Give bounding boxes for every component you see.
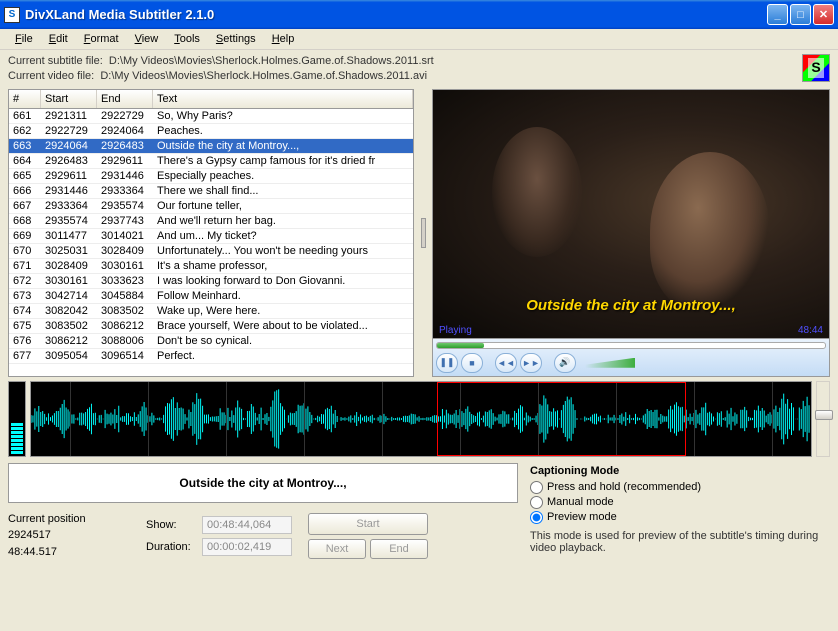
- menu-bar: FileEditFormatViewToolsSettingsHelp: [0, 29, 838, 50]
- table-row[interactable]: 66329240642926483Outside the city at Mon…: [9, 139, 413, 154]
- show-field[interactable]: [202, 516, 292, 534]
- window-controls: _ □ ✕: [767, 4, 834, 25]
- zoom-slider[interactable]: [816, 381, 830, 457]
- close-button[interactable]: ✕: [813, 4, 834, 25]
- menu-tools[interactable]: Tools: [167, 31, 207, 47]
- waveform[interactable]: [30, 381, 812, 457]
- show-label: Show:: [146, 519, 196, 531]
- subtitle-file-path: D:\My Videos\Movies\Sherlock.Holmes.Game…: [109, 55, 434, 67]
- subtitle-file-label: Current subtitle file:: [8, 55, 103, 67]
- volume-slider[interactable]: [585, 358, 635, 368]
- stop-button[interactable]: ■: [461, 353, 483, 373]
- start-button[interactable]: Start: [308, 513, 428, 535]
- col-text[interactable]: Text: [153, 90, 413, 108]
- mode-manual[interactable]: Manual mode: [530, 496, 830, 509]
- player-controls: ❚❚ ■ ◄◄ ►► 🔊: [432, 339, 830, 377]
- menu-file[interactable]: File: [8, 31, 40, 47]
- playback-time: 48:44: [798, 325, 823, 336]
- table-row[interactable]: 66729333642935574Our fortune teller,: [9, 199, 413, 214]
- col-start[interactable]: Start: [41, 90, 97, 108]
- waveform-playhead-icon: [530, 381, 540, 382]
- table-row[interactable]: 66829355742937743And we'll return her ba…: [9, 214, 413, 229]
- subtitle-edit-field[interactable]: Outside the city at Montroy...,: [8, 463, 518, 503]
- table-row[interactable]: 67730950543096514Perfect.: [9, 349, 413, 364]
- table-row[interactable]: 67630862123088006Don't be so cynical.: [9, 334, 413, 349]
- table-row[interactable]: 67130284093030161It's a shame professor,: [9, 259, 413, 274]
- end-button[interactable]: End: [370, 539, 428, 559]
- mode-press-hold[interactable]: Press and hold (recommended): [530, 481, 830, 494]
- table-row[interactable]: 67530835023086212Brace yourself, Were ab…: [9, 319, 413, 334]
- progress-bar[interactable]: [436, 342, 826, 349]
- table-row[interactable]: 66629314462933364There we shall find...: [9, 184, 413, 199]
- table-row[interactable]: 66930114773014021And um... My ticket?: [9, 229, 413, 244]
- menu-format[interactable]: Format: [77, 31, 126, 47]
- duration-field[interactable]: [202, 538, 292, 556]
- window-title: DivXLand Media Subtitler 2.1.0: [25, 7, 767, 22]
- level-meter: [8, 381, 26, 457]
- video-player[interactable]: Outside the city at Montroy..., Playing …: [432, 89, 830, 339]
- splitter[interactable]: [418, 89, 428, 377]
- app-logo-icon: [802, 54, 830, 82]
- table-row[interactable]: 66529296112931446Especially peaches.: [9, 169, 413, 184]
- minimize-button[interactable]: _: [767, 4, 788, 25]
- col-end[interactable]: End: [97, 90, 153, 108]
- table-header: # Start End Text: [9, 90, 413, 109]
- subtitle-overlay: Outside the city at Montroy...,: [526, 297, 735, 314]
- table-row[interactable]: 67230301613033623I was looking forward t…: [9, 274, 413, 289]
- video-file-label: Current video file:: [8, 70, 94, 82]
- menu-view[interactable]: View: [128, 31, 166, 47]
- app-icon: S: [4, 7, 20, 23]
- table-row[interactable]: 67430820423083502Wake up, Were here.: [9, 304, 413, 319]
- menu-edit[interactable]: Edit: [42, 31, 75, 47]
- table-row[interactable]: 67330427143045884Follow Meinhard.: [9, 289, 413, 304]
- waveform-selection[interactable]: [437, 382, 687, 456]
- captioning-title: Captioning Mode: [530, 465, 830, 477]
- table-body[interactable]: 66129213112922729So, Why Paris?662292272…: [9, 109, 413, 376]
- forward-button[interactable]: ►►: [520, 353, 542, 373]
- mode-description: This mode is used for preview of the sub…: [530, 530, 830, 554]
- col-number[interactable]: #: [9, 90, 41, 108]
- maximize-button[interactable]: □: [790, 4, 811, 25]
- playback-status: Playing: [439, 325, 472, 336]
- table-row[interactable]: 66429264832929611There's a Gypsy camp fa…: [9, 154, 413, 169]
- video-file-path: D:\My Videos\Movies\Sherlock.Holmes.Game…: [100, 70, 427, 82]
- menu-help[interactable]: Help: [265, 31, 302, 47]
- table-row[interactable]: 66229227292924064Peaches.: [9, 124, 413, 139]
- current-position: Current position 2924517 48:44.517: [8, 511, 138, 561]
- title-bar: S DivXLand Media Subtitler 2.1.0 _ □ ✕: [0, 0, 838, 29]
- menu-settings[interactable]: Settings: [209, 31, 263, 47]
- file-info: Current subtitle file: D:\My Videos\Movi…: [8, 54, 830, 85]
- duration-label: Duration:: [146, 541, 196, 553]
- table-row[interactable]: 66129213112922729So, Why Paris?: [9, 109, 413, 124]
- subtitle-table[interactable]: # Start End Text 66129213112922729So, Wh…: [8, 89, 414, 377]
- next-button[interactable]: Next: [308, 539, 366, 559]
- mode-preview[interactable]: Preview mode: [530, 511, 830, 524]
- rewind-button[interactable]: ◄◄: [495, 353, 517, 373]
- pause-button[interactable]: ❚❚: [436, 353, 458, 373]
- volume-button[interactable]: 🔊: [554, 353, 576, 373]
- table-row[interactable]: 67030250313028409Unfortunately... You wo…: [9, 244, 413, 259]
